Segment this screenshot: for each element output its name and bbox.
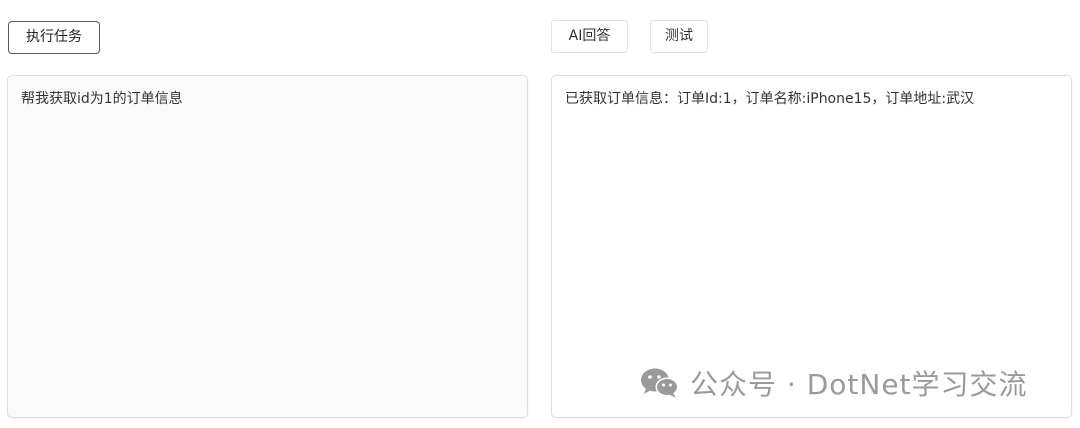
test-button[interactable]: 测试 bbox=[650, 20, 708, 53]
watermark: 公众号 · DotNet学习交流 bbox=[638, 363, 1028, 403]
input-panel[interactable]: 帮我获取id为1的订单信息 bbox=[7, 75, 528, 418]
page: 执行任务 AI回答 测试 帮我获取id为1的订单信息 已获取订单信息：订单Id:… bbox=[0, 0, 1080, 428]
wechat-icon bbox=[641, 368, 679, 398]
input-textarea[interactable]: 帮我获取id为1的订单信息 bbox=[21, 90, 515, 108]
execute-task-button[interactable]: 执行任务 bbox=[8, 21, 100, 54]
watermark-text: 公众号 · DotNet学习交流 bbox=[690, 368, 1028, 401]
ai-answer-button[interactable]: AI回答 bbox=[551, 20, 628, 53]
output-textarea[interactable]: 已获取订单信息：订单Id:1，订单名称:iPhone15，订单地址:武汉 bbox=[565, 90, 1059, 108]
